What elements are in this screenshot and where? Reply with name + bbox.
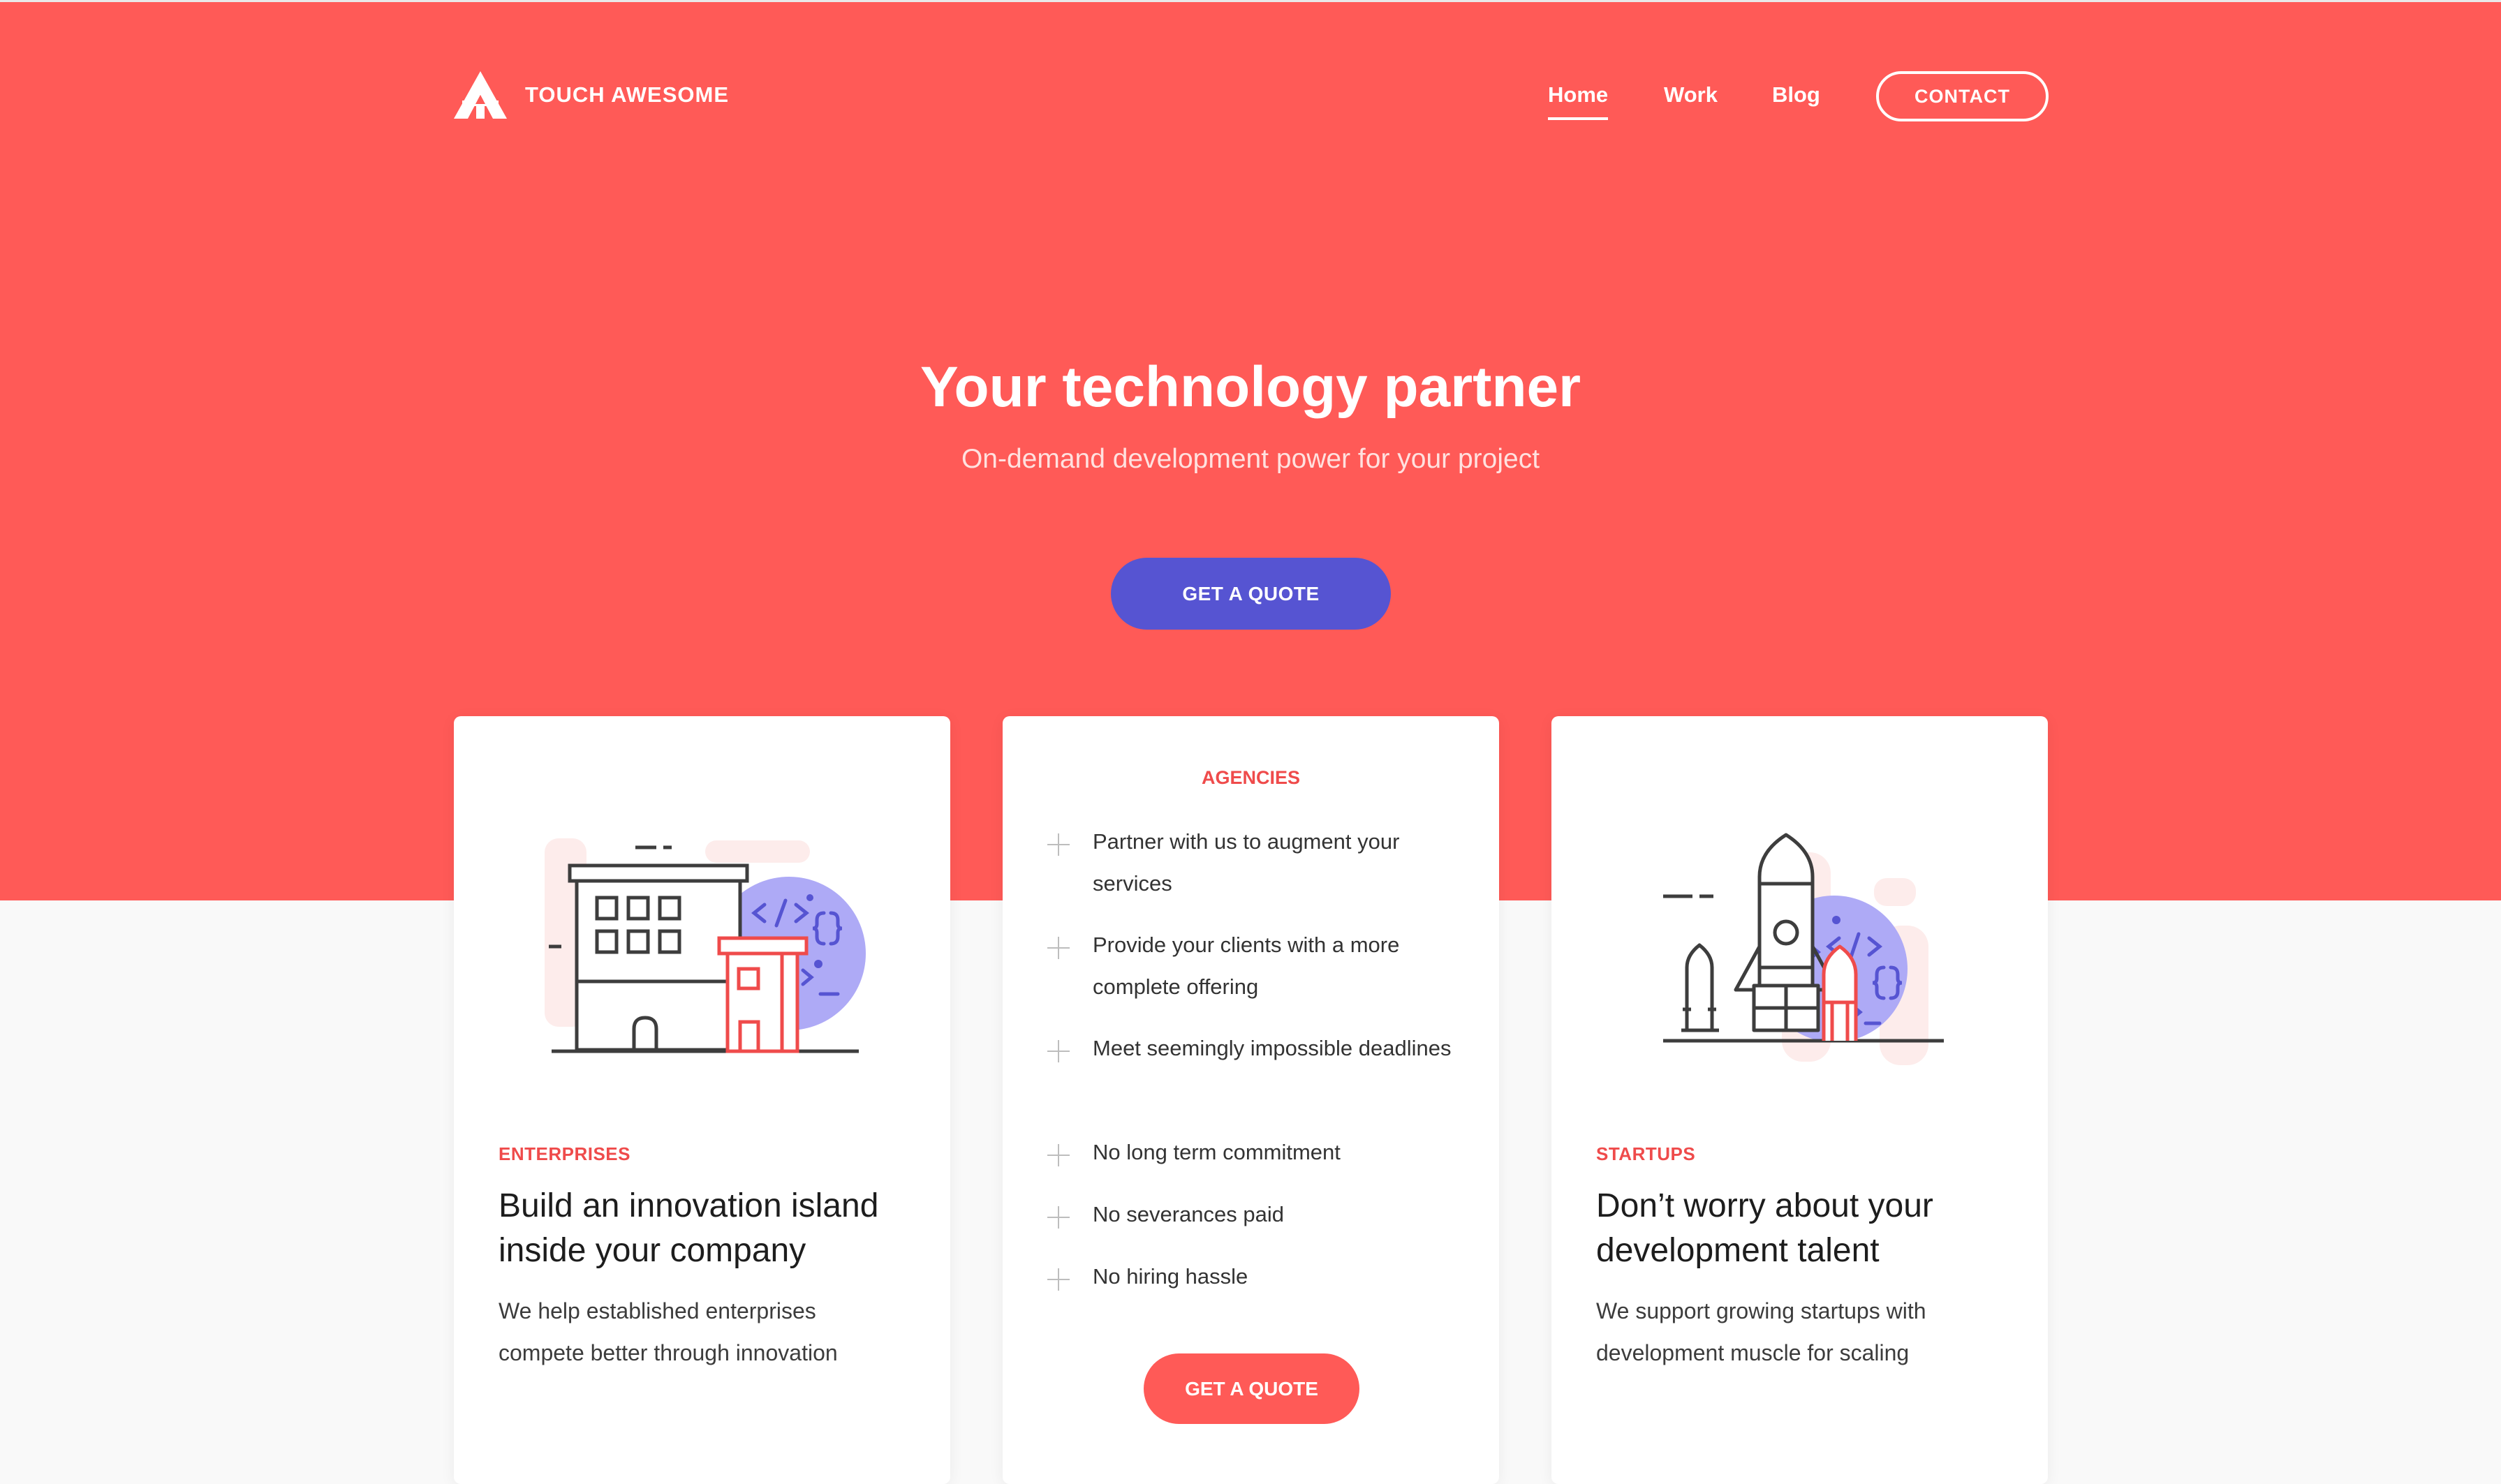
plus-icon <box>1047 1268 1070 1291</box>
building-icon <box>545 838 866 1053</box>
feature-text: No hiring hassle <box>1093 1264 1248 1289</box>
feature-text: Partner with us to augment your services <box>1093 829 1400 896</box>
card-tag-enterprises: ENTERPRISES <box>499 1143 630 1164</box>
nav-link-home[interactable]: Home <box>1548 82 1609 120</box>
nav-link-blog[interactable]: Blog <box>1772 82 1820 107</box>
hero-subtitle: On-demand development power for your pro… <box>961 444 1540 474</box>
plus-icon <box>1047 1144 1070 1166</box>
feature-text: No severances paid <box>1093 1202 1284 1226</box>
card-body-enterprises: We help established enterprises compete … <box>499 1298 838 1365</box>
plus-icon <box>1047 833 1070 856</box>
card-body-startups: We support growing startups with develop… <box>1596 1298 1926 1365</box>
card-startups: STARTUPS Don’t worry about your developm… <box>1551 716 2048 1484</box>
card-title-enterprises: Build an innovation island inside your c… <box>499 1187 879 1269</box>
logo-icon <box>454 71 507 119</box>
plus-icon <box>1047 1206 1070 1229</box>
feature-text: Provide your clients with a more complet… <box>1093 933 1400 999</box>
rocket-icon <box>1663 833 1944 1065</box>
nav-link-work[interactable]: Work <box>1664 82 1718 107</box>
card-tag-agencies: AGENCIES <box>1201 767 1301 788</box>
brand-logo[interactable]: TOUCH AWESOME <box>452 70 729 120</box>
plus-icon <box>1047 937 1070 959</box>
card-enterprises: ENTERPRISES Build an innovation island i… <box>454 716 950 1484</box>
brand-name: TOUCH AWESOME <box>525 82 730 107</box>
card-tag-startups: STARTUPS <box>1596 1143 1696 1164</box>
get-quote-button[interactable]: GET A QUOTE <box>1111 558 1391 630</box>
card-title-startups: Don’t worry about your development talen… <box>1596 1187 1933 1269</box>
contact-button[interactable]: CONTACT <box>1876 71 2049 121</box>
feature-text: Meet seemingly impossible deadlines <box>1093 1036 1452 1060</box>
feature-text: No long term commitment <box>1093 1140 1341 1164</box>
agencies-get-quote-button[interactable]: GET A QUOTE <box>1144 1353 1359 1424</box>
card-agencies: AGENCIES Partner with us to augment your… <box>1003 716 1499 1484</box>
top-border <box>0 0 2501 2</box>
plus-icon <box>1047 1040 1070 1062</box>
hero-title: Your technology partner <box>920 355 1581 419</box>
